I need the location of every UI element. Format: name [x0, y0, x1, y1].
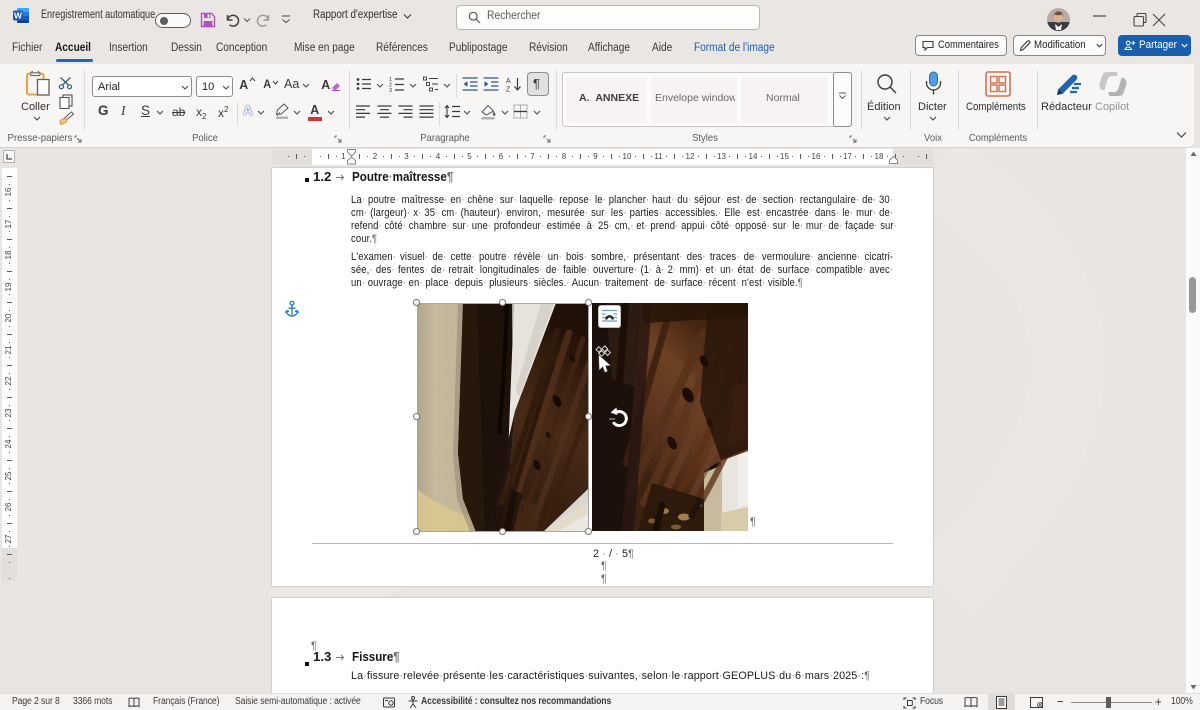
svg-text:A: A	[506, 78, 511, 85]
svg-text:W: W	[14, 11, 22, 21]
svg-text:Z: Z	[506, 87, 511, 93]
svg-text:3: 3	[389, 88, 392, 92]
